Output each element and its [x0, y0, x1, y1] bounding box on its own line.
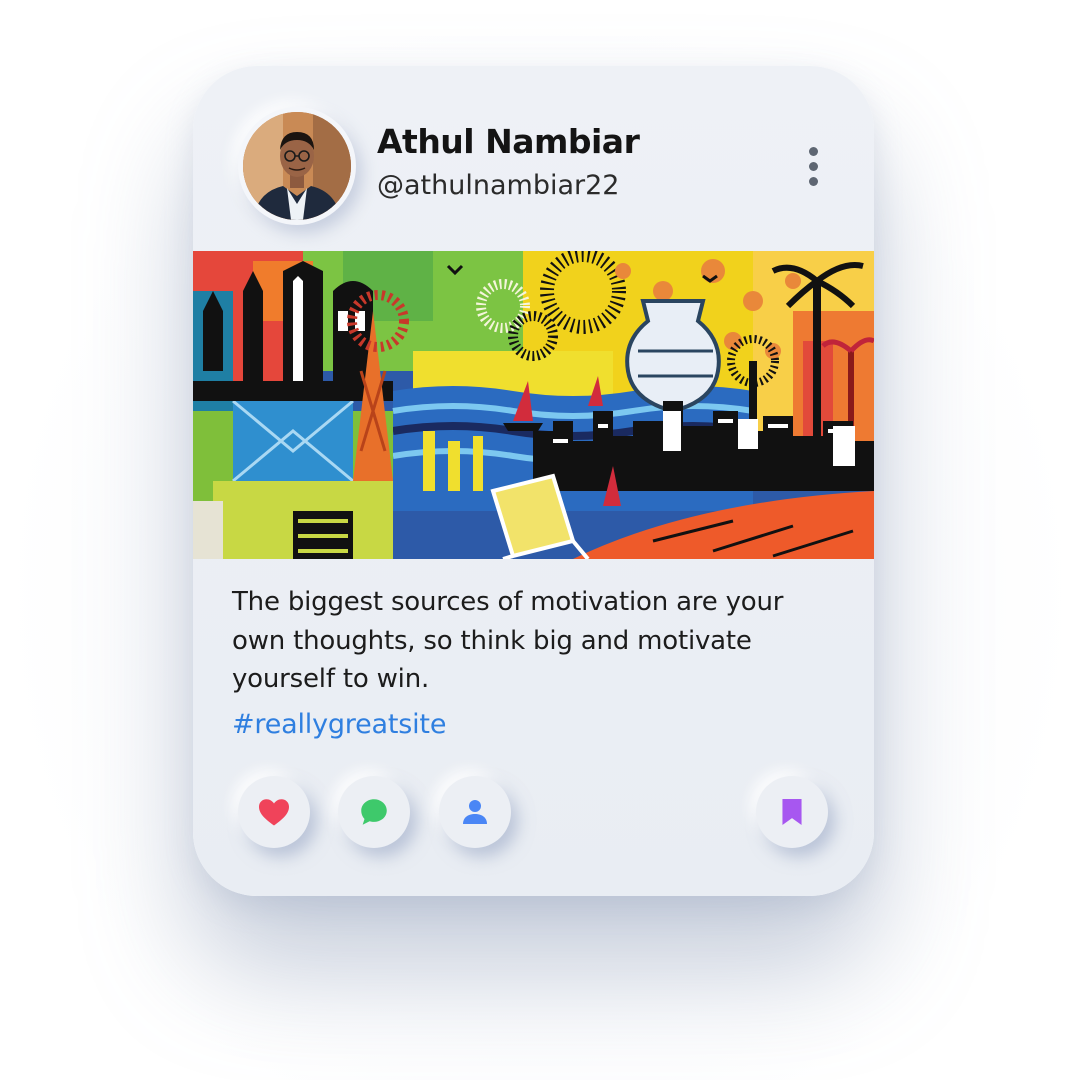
more-options-icon — [808, 146, 818, 156]
avatar-illustration — [243, 112, 351, 220]
user-icon — [463, 800, 487, 824]
comment-button[interactable] — [338, 776, 410, 848]
more-options-dot — [808, 161, 818, 171]
save-button[interactable] — [756, 776, 828, 848]
like-button[interactable] — [238, 776, 310, 848]
author-handle[interactable]: @athulnambiar22 — [377, 170, 619, 201]
follow-button[interactable] — [439, 776, 511, 848]
chat-bubble-icon — [361, 799, 387, 825]
post-caption: The biggest sources of motivation are yo… — [232, 587, 784, 694]
post-hashtag[interactable]: #reallygreatsite — [232, 709, 446, 740]
heart-icon — [259, 799, 289, 826]
author-name[interactable]: Athul Nambiar — [377, 122, 640, 161]
avatar-photo — [243, 112, 351, 220]
post-card: Athul Nambiar @athulnambiar22 The bigges… — [193, 66, 874, 896]
bookmark-icon — [782, 799, 802, 825]
mural-illustration — [193, 251, 874, 559]
more-options-button[interactable] — [800, 138, 826, 194]
stage: Athul Nambiar @athulnambiar22 The bigges… — [0, 0, 1080, 1080]
avatar[interactable] — [238, 107, 356, 225]
post-image[interactable] — [193, 251, 874, 559]
more-options-dot — [808, 176, 818, 186]
